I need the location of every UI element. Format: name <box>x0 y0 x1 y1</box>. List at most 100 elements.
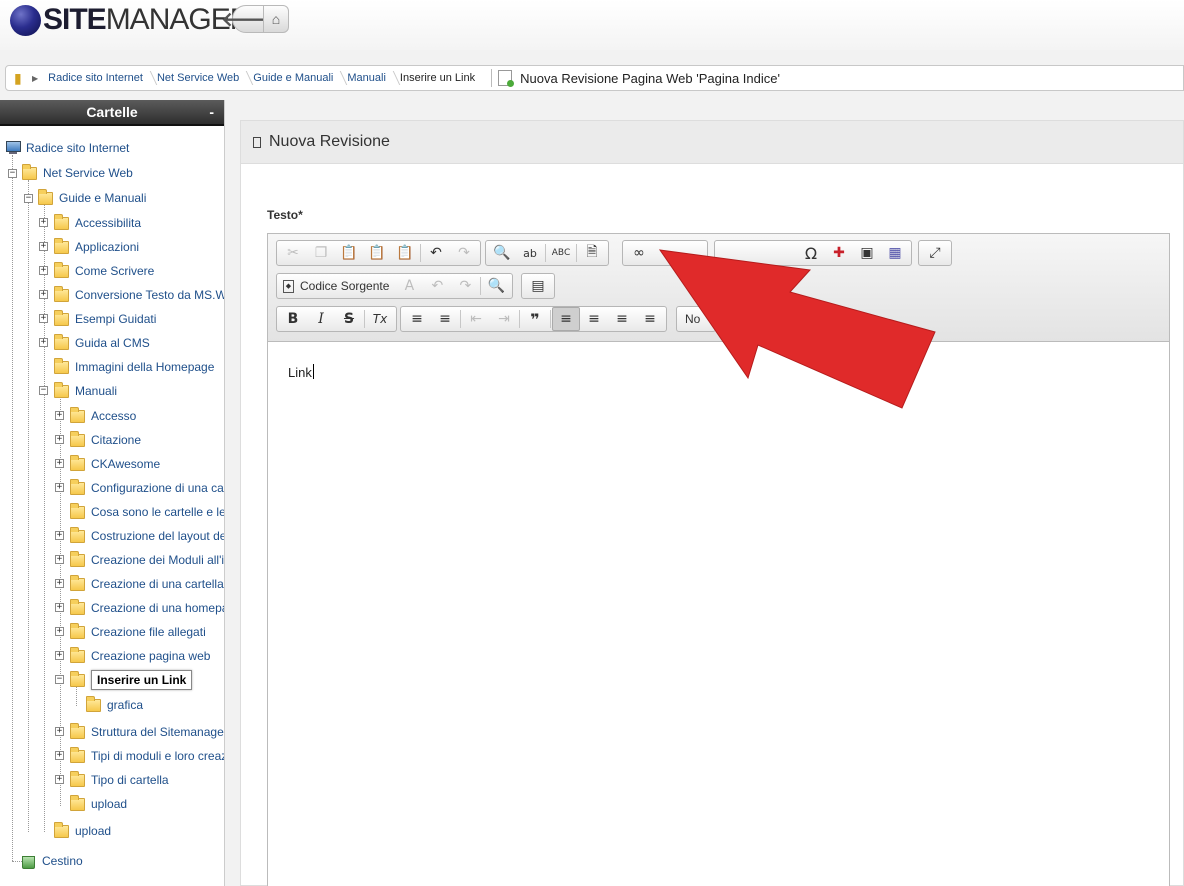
tree-node-label[interactable]: Conversione Testo da MS.Word <box>75 288 224 302</box>
tree-node-creazione-cartella[interactable]: Creazione di una cartella <box>70 574 224 594</box>
editor-text[interactable]: Link <box>288 365 312 380</box>
expand-icon[interactable]: + <box>39 242 48 251</box>
format-combo[interactable]: No <box>676 306 716 332</box>
expand-icon[interactable]: + <box>55 579 64 588</box>
expand-icon[interactable]: + <box>39 290 48 299</box>
preview-icon[interactable]: 🔍 <box>482 274 510 298</box>
undo-alt-icon[interactable]: ↶ <box>423 274 451 298</box>
tree-node-label[interactable]: Guide e Manuali <box>59 191 146 205</box>
undo-icon[interactable]: ↶ <box>422 241 450 265</box>
tree-node-label-selected[interactable]: Inserire un Link <box>91 670 193 690</box>
align-justify-icon[interactable]: ≡ <box>636 307 664 331</box>
expand-icon[interactable]: + <box>55 459 64 468</box>
indent-icon[interactable]: ⇥ <box>490 307 518 331</box>
tree-node-label[interactable]: Citazione <box>91 433 141 447</box>
expand-icon[interactable]: + <box>39 314 48 323</box>
back-button[interactable]: 🡐 <box>221 5 275 33</box>
tree-node-configurazione[interactable]: Configurazione di una cartella <box>70 478 224 498</box>
breadcrumb-folder-icon[interactable]: ▮ <box>14 70 32 87</box>
align-center-icon[interactable]: ≡ <box>580 307 608 331</box>
expand-icon[interactable]: + <box>55 627 64 636</box>
breadcrumb-item-manuali[interactable]: Manuali <box>341 66 394 90</box>
tree-node-grafica[interactable]: grafica <box>86 695 143 715</box>
tree-node-label[interactable]: Costruzione del layout della pagina <box>91 529 224 543</box>
tree-node-immagini-homepage[interactable]: Immagini della Homepage <box>54 357 214 377</box>
tree-node-label[interactable]: Radice sito Internet <box>26 141 129 155</box>
tree-node-esempi-guidati[interactable]: Esempi Guidati <box>54 309 156 329</box>
tree-node-upload-manuali[interactable]: upload <box>70 794 127 814</box>
tree-node-label[interactable]: Come Scrivere <box>75 264 154 278</box>
tree-node-accesso[interactable]: Accesso <box>70 406 136 426</box>
redo-icon[interactable]: ↷ <box>450 241 478 265</box>
tree-node-guida-al-cms[interactable]: Guida al CMS <box>54 333 150 353</box>
spellcheck-icon[interactable]: ABC <box>547 241 575 265</box>
table-icon[interactable]: ▦ <box>881 241 909 265</box>
media-icon[interactable]: ▣ <box>853 241 881 265</box>
tree-node-label[interactable]: grafica <box>107 698 143 712</box>
remove-format-icon[interactable]: Tx <box>366 307 394 331</box>
tree-node-cestino[interactable]: Cestino <box>20 851 83 871</box>
numbered-list-icon[interactable]: ≡ <box>403 307 431 331</box>
redo-alt-icon[interactable]: ↷ <box>451 274 479 298</box>
expand-icon[interactable]: + <box>39 266 48 275</box>
paste-icon[interactable]: 📋 <box>335 241 363 265</box>
tree-node-label[interactable]: Cosa sono le cartelle e le pagine <box>91 505 224 519</box>
tree-node-applicazioni[interactable]: Applicazioni <box>54 237 139 257</box>
tree-node-costruzione-layout[interactable]: Costruzione del layout della pagina <box>70 526 224 546</box>
paste-text-icon[interactable]: 📋 <box>363 241 391 265</box>
tree-node-creazione-file-allegati[interactable]: Creazione file allegati <box>70 622 206 642</box>
maximize-icon[interactable]: ⤢ <box>921 241 949 265</box>
source-code-button[interactable]: ◆ Codice Sorgente <box>279 274 395 298</box>
insert-plus-icon[interactable]: ✚ <box>825 241 853 265</box>
collapse-icon[interactable]: − <box>55 675 64 684</box>
tree-node-tipo-cartella[interactable]: Tipo di cartella <box>70 770 169 790</box>
breadcrumb-item-inserire-un-link[interactable]: Inserire un Link <box>394 66 483 90</box>
tree-node-cosa-sono[interactable]: Cosa sono le cartelle e le pagine <box>70 502 224 522</box>
tree-node-label[interactable]: Esempi Guidati <box>75 312 156 326</box>
templates-icon[interactable]: 🗎 <box>578 241 606 265</box>
breadcrumb-item-net-service-web[interactable]: Net Service Web <box>151 66 247 90</box>
cut-icon[interactable]: ✂ <box>279 241 307 265</box>
paste-word-icon[interactable]: 📋 <box>391 241 419 265</box>
replace-icon[interactable]: ab <box>516 241 544 265</box>
show-blocks-icon[interactable]: ▤ <box>524 274 552 298</box>
collapse-icon[interactable]: − <box>24 194 33 203</box>
expand-icon[interactable]: + <box>55 531 64 540</box>
tree-node-guide-e-manuali[interactable]: Guide e Manuali <box>38 188 146 208</box>
tree-node-label[interactable]: Creazione dei Moduli all'interno <box>91 553 224 567</box>
tree-node-label[interactable]: Creazione di una cartella <box>91 577 224 591</box>
tree-node-label[interactable]: CKAwesome <box>91 457 160 471</box>
tree-node-label[interactable]: Accesso <box>91 409 136 423</box>
tree-node-accessibilita[interactable]: Accessibilita <box>54 213 141 233</box>
blockquote-icon[interactable]: ❞ <box>521 307 549 331</box>
tree-node-come-scrivere[interactable]: Come Scrivere <box>54 261 154 281</box>
copy-icon[interactable]: ❐ <box>307 241 335 265</box>
tree-node-label[interactable]: Guida al CMS <box>75 336 150 350</box>
align-right-icon[interactable]: ≡ <box>608 307 636 331</box>
tree-node-label[interactable]: upload <box>75 824 111 838</box>
tree-node-root[interactable]: Radice sito Internet <box>5 138 129 158</box>
expand-icon[interactable]: + <box>55 751 64 760</box>
editor-content-area[interactable]: Link <box>268 342 1169 402</box>
bidi-icon[interactable]: A <box>395 274 423 298</box>
home-button[interactable]: ⌂ <box>263 5 289 33</box>
tree-node-label[interactable]: Creazione di una homepage <box>91 601 224 615</box>
bulleted-list-icon[interactable]: ≡ <box>431 307 459 331</box>
tree-node-net-service-web[interactable]: Net Service Web <box>22 163 133 183</box>
tree-node-citazione[interactable]: Citazione <box>70 430 141 450</box>
tree-node-manuali[interactable]: Manuali <box>54 381 117 401</box>
outdent-icon[interactable]: ⇤ <box>462 307 490 331</box>
expand-icon[interactable]: + <box>55 435 64 444</box>
tree-node-label[interactable]: Accessibilita <box>75 216 141 230</box>
sidebar-collapse-button[interactable]: - <box>209 100 214 124</box>
breadcrumb-item-guide-e-manuali[interactable]: Guide e Manuali <box>247 66 341 90</box>
collapse-icon[interactable]: − <box>8 169 17 178</box>
tree-node-label[interactable]: upload <box>91 797 127 811</box>
expand-icon[interactable]: + <box>55 483 64 492</box>
tree-node-label[interactable]: Creazione pagina web <box>91 649 210 663</box>
expand-icon[interactable]: + <box>55 411 64 420</box>
tree-node-ckawesome[interactable]: CKAwesome <box>70 454 160 474</box>
bold-icon[interactable]: B <box>279 307 307 331</box>
tree-node-label[interactable]: Configurazione di una cartella <box>91 481 224 495</box>
tree-node-label[interactable]: Creazione file allegati <box>91 625 206 639</box>
